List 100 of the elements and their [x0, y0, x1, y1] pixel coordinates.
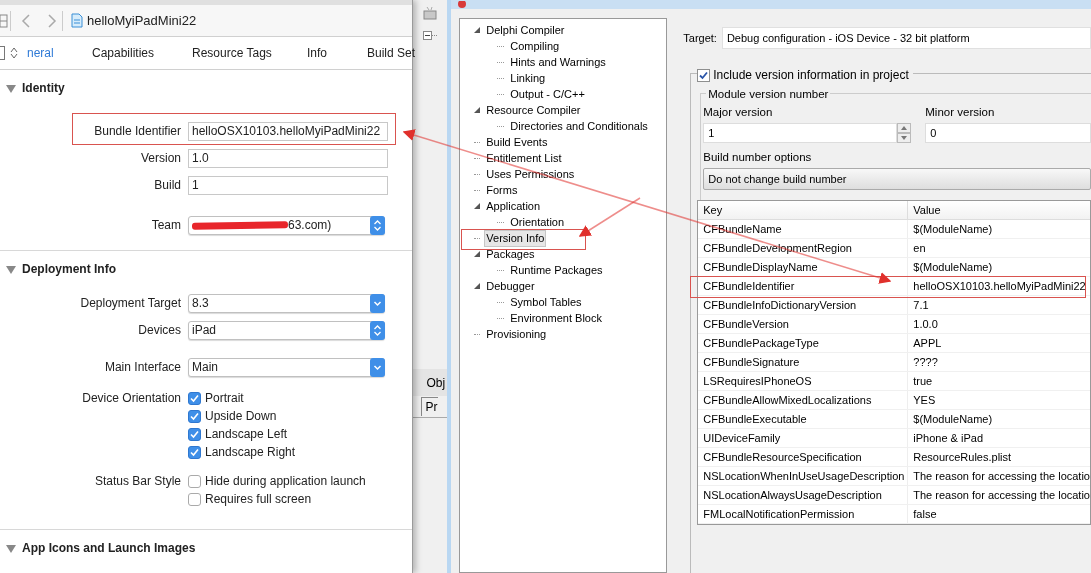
table-cell-text: true [912, 374, 934, 389]
tree-item[interactable]: Linking [508, 69, 548, 87]
table-cell-text: false [912, 507, 938, 522]
table-cell: CFBundleSignature [698, 353, 909, 371]
tree-item[interactable]: Resource Compiler [484, 101, 583, 119]
checkbox-label: Include version information in project [713, 67, 909, 84]
stepper-icon [10, 47, 18, 59]
expand-triangle-icon[interactable] [474, 107, 481, 113]
tree-item[interactable]: Uses Permissions [484, 165, 577, 183]
table-cell-text: ???? [912, 355, 939, 370]
table-cell: NSLocationAlwaysUsageDescription [698, 486, 909, 504]
table-cell: UIDeviceFamily [698, 429, 909, 447]
app-icon [457, 0, 468, 9]
field-label: Major version [703, 105, 774, 119]
column-header[interactable]: Key [698, 201, 909, 219]
disclosure-triangle-icon[interactable] [6, 543, 16, 553]
table-cell-text: $(ModuleName) [912, 222, 994, 237]
text-field[interactable]: 1 [188, 176, 388, 195]
checkbox-label: Requires full screen [205, 491, 312, 508]
checkbox-label: Hide during application launch [205, 473, 366, 490]
tab[interactable]: Info [307, 44, 327, 62]
tree-item[interactable]: Environment Block [508, 309, 604, 327]
tab[interactable]: Build Set [367, 44, 416, 62]
tree-item[interactable]: Compiling [508, 37, 562, 55]
tree-item[interactable]: Entitlement List [484, 149, 564, 167]
expand-triangle-icon[interactable] [474, 203, 481, 209]
grid-icon [0, 13, 8, 28]
document-icon [71, 13, 83, 28]
tree-item[interactable]: Packages [484, 245, 537, 263]
checkbox[interactable] [188, 445, 201, 459]
checkbox[interactable] [188, 492, 201, 506]
tree-item[interactable]: Forms [484, 181, 520, 199]
column-header[interactable]: Value [908, 201, 1090, 219]
table-cell-text: ResourceRules.plist [912, 450, 1013, 465]
checkbox[interactable] [188, 391, 201, 405]
spinner-arrows-icon [897, 123, 912, 143]
tree-item[interactable]: Provisioning [484, 325, 549, 343]
tree-item[interactable]: Build Events [484, 133, 550, 151]
table-cell: CFBundleIdentifier [698, 277, 909, 295]
number-field[interactable]: 1 [703, 123, 898, 143]
tab[interactable]: Capabilities [92, 44, 155, 62]
chevron-down-icon [370, 358, 385, 377]
table-cell-text: 1.0.0 [912, 317, 939, 332]
checkbox-label: Portrait [205, 390, 244, 407]
table-cell: CFBundleResourceSpecification [698, 448, 909, 466]
tree-item[interactable]: Runtime Packages [508, 261, 605, 279]
table-cell-text: helloOSX10103.helloMyiPadMini22 [912, 279, 1087, 294]
tree-item[interactable]: Output - C/C++ [508, 85, 587, 103]
table-cell: LSRequiresIPhoneOS [698, 372, 909, 390]
group-title: Module version number [706, 88, 831, 100]
tab[interactable]: neral [27, 44, 54, 62]
section-title: App Icons and Launch Images [22, 540, 196, 557]
table-cell-text: iPhone & iPad [912, 431, 984, 446]
disclosure-triangle-icon[interactable] [6, 83, 16, 93]
tree-item[interactable]: Symbol Tables [508, 293, 584, 311]
table-cell: CFBundleDisplayName [698, 258, 909, 276]
field-label: Target: [683, 30, 717, 46]
dropdown[interactable]: Do not change build number [703, 168, 1091, 190]
table-cell-text: $(ModuleName) [912, 260, 994, 275]
tree-item[interactable]: Orientation [508, 213, 567, 231]
table-cell-text: $(ModuleName) [912, 412, 994, 427]
table-cell: NSLocationWhenInUseUsageDescription [698, 467, 909, 485]
tree-item[interactable]: Directories and Conditionals [508, 117, 650, 135]
popup-button[interactable]: Main [188, 358, 385, 377]
checkbox[interactable] [188, 474, 201, 488]
field-label: Build [153, 177, 181, 194]
expand-triangle-icon[interactable] [474, 27, 481, 33]
table-cell: CFBundleInfoDictionaryVersion [698, 296, 909, 314]
tree-item[interactable]: Delphi Compiler [484, 21, 567, 39]
checkbox[interactable] [188, 427, 201, 441]
field-label: Devices [137, 322, 181, 339]
table-cell: CFBundleName [698, 220, 909, 238]
field-label: Build number options [703, 150, 813, 164]
table-cell: CFBundleAllowMixedLocalizations [698, 391, 909, 409]
section-title: Identity [22, 80, 65, 97]
text-field[interactable]: helloOSX10103.helloMyiPadMini22 [188, 122, 388, 141]
tree-item[interactable]: Debugger [484, 277, 537, 295]
table-cell-text: en [912, 241, 927, 256]
chevron-down-icon [370, 294, 385, 313]
table-cell-text: YES [912, 393, 937, 408]
checkbox-label: Landscape Right [205, 444, 296, 461]
popup-button[interactable]: iPad [188, 321, 385, 340]
checkbox[interactable] [188, 409, 201, 423]
tree-item[interactable]: Application [484, 197, 543, 215]
table-cell-text: 7.1 [912, 298, 930, 313]
tab[interactable]: Pr [420, 397, 438, 416]
number-field[interactable]: 0 [925, 123, 1091, 143]
field-label: Bundle Identifier [93, 123, 181, 140]
text-field[interactable]: 1.0 [188, 149, 388, 168]
expand-triangle-icon[interactable] [474, 251, 481, 257]
checkbox[interactable] [697, 68, 711, 82]
expand-triangle-icon[interactable] [474, 283, 481, 289]
field-label: Deployment Target [79, 295, 181, 312]
file-name: helloMyiPadMini22 [87, 11, 197, 30]
popup-button[interactable]: 8.3 [188, 294, 385, 313]
tab[interactable]: Resource Tags [192, 44, 272, 62]
disclosure-triangle-icon[interactable] [6, 264, 16, 274]
tree-item[interactable]: Hints and Warnings [508, 53, 608, 71]
target-field[interactable]: Debug configuration - iOS Device - 32 bit platform [721, 27, 1091, 49]
popup-button[interactable]: 63.com) [188, 216, 385, 235]
